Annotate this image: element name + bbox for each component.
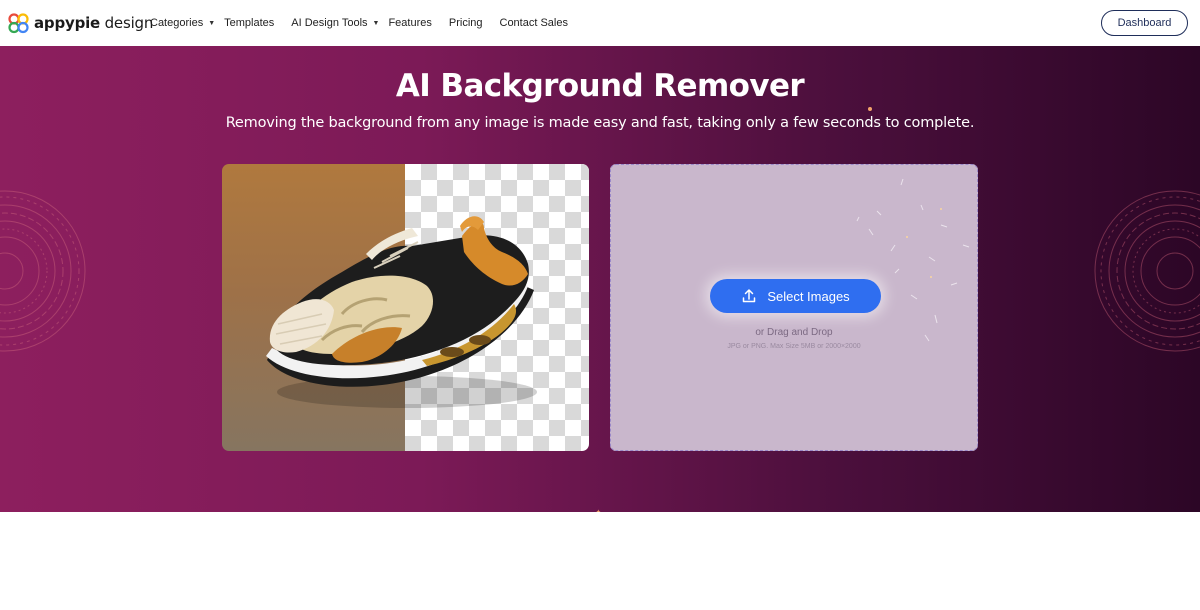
- top-nav: appypie design Categories ▼ Templates AI…: [0, 0, 1200, 46]
- nav-item-features[interactable]: Features: [388, 17, 431, 29]
- nav-item-label: Categories: [150, 17, 204, 29]
- upload-icon: [743, 289, 756, 303]
- brand-logo[interactable]: appypie design: [8, 12, 153, 34]
- page-title: AI Background Remover: [395, 68, 805, 104]
- mandala-decoration-icon: [0, 190, 86, 352]
- demo-preview-image: [222, 164, 589, 451]
- dashboard-button[interactable]: Dashboard: [1101, 10, 1188, 36]
- nav-item-label: AI Design Tools: [291, 17, 368, 29]
- main-menu: Categories ▼ Templates AI Design Tools ▼…: [150, 0, 568, 46]
- appypie-logo-icon: [8, 13, 29, 34]
- select-images-button[interactable]: Select Images: [710, 279, 881, 313]
- mandala-decoration-icon: [1094, 190, 1200, 352]
- upload-dropzone[interactable]: Select Images or Drag and Drop JPG or PN…: [610, 164, 978, 451]
- nav-item-label: Pricing: [448, 17, 483, 29]
- brand-name: appypie design: [34, 14, 154, 32]
- hero-section: AI Background Remover Removing the backg…: [0, 46, 1200, 512]
- select-images-label: Select Images: [767, 288, 850, 304]
- nav-item-label: Features: [388, 17, 432, 29]
- nav-item-templates[interactable]: Templates: [224, 17, 274, 29]
- file-limits-hint: JPG or PNG. Max Size 5MB or 2000×2000: [727, 343, 861, 350]
- decorative-dot: [868, 107, 872, 111]
- chevron-down-icon: ▼: [208, 19, 216, 27]
- star-decoration-icon: ✦: [595, 508, 603, 512]
- sneaker-image: [266, 216, 537, 408]
- drag-drop-hint: or Drag and Drop: [755, 327, 833, 338]
- chevron-down-icon: ▼: [372, 19, 380, 27]
- nav-item-label: Contact Sales: [499, 17, 568, 29]
- page-subtitle: Removing the background from any image i…: [225, 115, 975, 131]
- nav-item-pricing[interactable]: Pricing: [449, 17, 483, 29]
- nav-item-contact-sales[interactable]: Contact Sales: [500, 17, 568, 29]
- nav-item-categories[interactable]: Categories ▼: [150, 17, 215, 29]
- nav-item-ai-design-tools[interactable]: AI Design Tools ▼: [291, 17, 379, 29]
- nav-item-label: Templates: [224, 17, 275, 29]
